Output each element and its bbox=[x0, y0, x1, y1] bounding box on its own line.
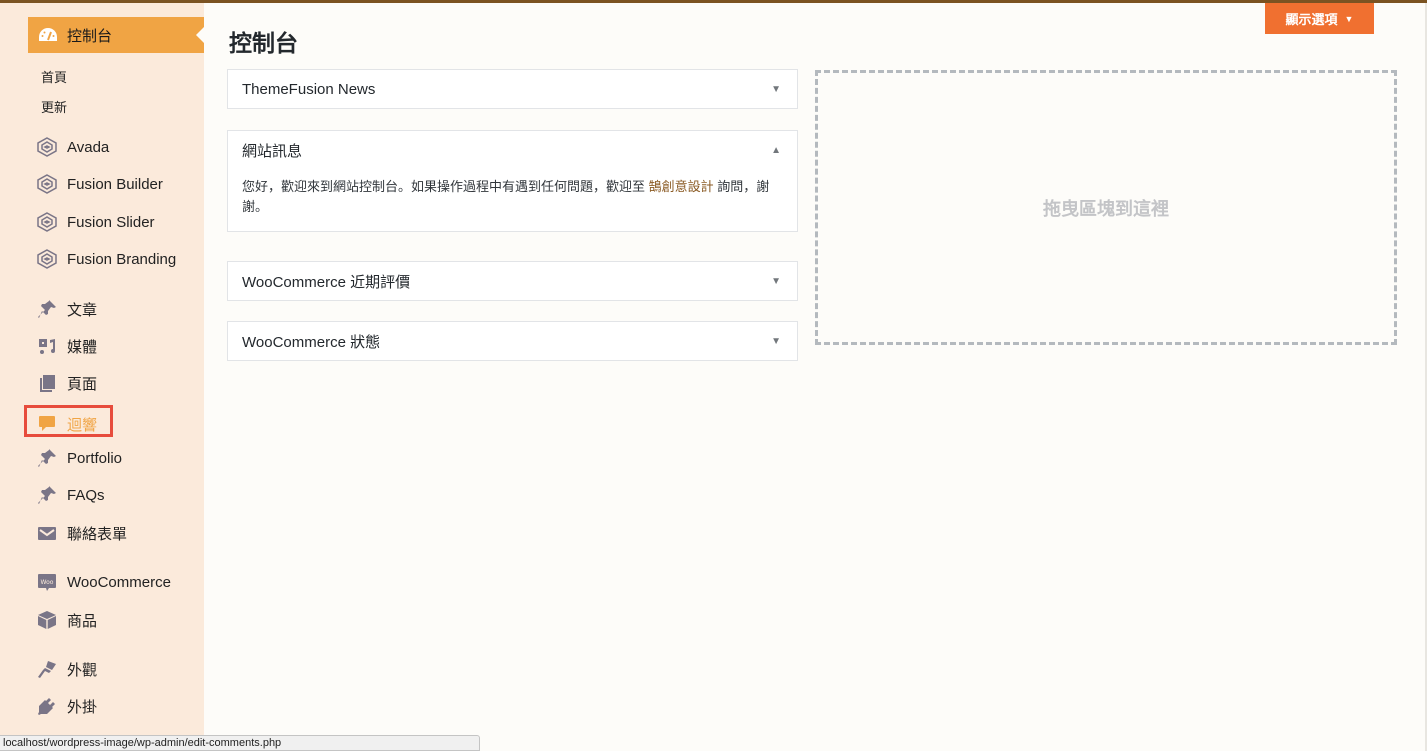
highlight-annotation-box bbox=[24, 405, 113, 437]
sidebar-item-label: 外觀 bbox=[67, 661, 98, 679]
woocommerce-icon: Woo bbox=[36, 571, 58, 593]
screen-options-label: 顯示選項 bbox=[1285, 12, 1338, 27]
widget-woocommerce-recent-reviews: WooCommerce 近期評價 ▼ bbox=[227, 261, 798, 301]
company-link[interactable]: 鵠創意設計 bbox=[649, 179, 714, 194]
sidebar-item-label: Fusion Slider bbox=[67, 213, 155, 231]
sidebar-item-posts[interactable]: 文章 bbox=[36, 297, 97, 321]
svg-text:Woo: Woo bbox=[41, 579, 54, 586]
sidebar-item-label: Avada bbox=[67, 138, 110, 156]
submenu-item-home[interactable]: 首頁 bbox=[41, 67, 67, 86]
avada-icon bbox=[36, 136, 58, 158]
sidebar-item-fusion-branding[interactable]: Fusion Branding bbox=[36, 247, 176, 271]
sidebar-item-label: Fusion Builder bbox=[67, 175, 163, 193]
admin-sidebar: 控制台 首頁 更新 Avada Fusion Builder Fusion Sl… bbox=[0, 3, 204, 751]
sidebar-item-fusion-builder[interactable]: Fusion Builder bbox=[36, 172, 163, 196]
submenu-item-updates[interactable]: 更新 bbox=[41, 97, 67, 116]
toggle-arrow-icon[interactable]: ▲ bbox=[771, 145, 781, 156]
avada-icon bbox=[36, 173, 58, 195]
welcome-text: 您好，歡迎來到網站控制台。如果操作過程中有遇到任何問題，歡迎至 bbox=[242, 179, 649, 194]
browser-status-bar: localhost/wordpress-image/wp-admin/edit-… bbox=[0, 735, 480, 751]
sidebar-item-media[interactable]: 媒體 bbox=[36, 334, 97, 358]
sidebar-item-pages[interactable]: 頁面 bbox=[36, 371, 97, 395]
sidebar-item-label: WooCommerce bbox=[67, 573, 171, 591]
sidebar-item-label: 聯絡表單 bbox=[67, 525, 128, 543]
toggle-arrow-icon[interactable]: ▼ bbox=[771, 336, 781, 347]
avada-icon bbox=[36, 211, 58, 233]
widget-header[interactable]: 網站訊息 ▲ bbox=[228, 131, 797, 169]
sidebar-item-woocommerce[interactable]: Woo WooCommerce bbox=[36, 570, 171, 594]
widget-header[interactable]: WooCommerce 近期評價 ▼ bbox=[228, 262, 797, 300]
pages-icon bbox=[36, 372, 58, 394]
sidebar-item-fusion-slider[interactable]: Fusion Slider bbox=[36, 210, 155, 234]
pushpin-icon bbox=[36, 447, 58, 469]
top-admin-bar bbox=[0, 0, 1427, 3]
sidebar-item-label: Portfolio bbox=[67, 449, 123, 467]
toggle-arrow-icon[interactable]: ▼ bbox=[771, 84, 781, 95]
media-icon bbox=[36, 335, 58, 357]
page-title: 控制台 bbox=[229, 30, 298, 56]
sidebar-item-appearance[interactable]: 外觀 bbox=[36, 657, 97, 681]
sidebar-item-label: 文章 bbox=[67, 301, 98, 319]
sidebar-item-label: 商品 bbox=[67, 612, 98, 630]
sidebar-item-plugins[interactable]: 外掛 bbox=[36, 694, 97, 718]
avada-icon bbox=[36, 248, 58, 270]
widget-header[interactable]: ThemeFusion News ▼ bbox=[228, 70, 797, 108]
drop-zone-text: 拖曳區塊到這裡 bbox=[1043, 198, 1169, 219]
sidebar-item-products[interactable]: 商品 bbox=[36, 608, 97, 632]
caret-down-icon: ▼ bbox=[1344, 13, 1354, 24]
widget-site-message: 網站訊息 ▲ 您好，歡迎來到網站控制台。如果操作過程中有遇到任何問題，歡迎至 鵠… bbox=[227, 130, 798, 232]
sidebar-item-label: 媒體 bbox=[67, 338, 98, 356]
widget-title: 網站訊息 bbox=[242, 142, 303, 160]
toggle-arrow-icon[interactable]: ▼ bbox=[771, 276, 781, 287]
envelope-icon bbox=[36, 522, 58, 544]
widget-header[interactable]: WooCommerce 狀態 ▼ bbox=[228, 322, 797, 360]
widget-title: WooCommerce 狀態 bbox=[242, 333, 381, 351]
widget-drop-zone[interactable]: 拖曳區塊到這裡 bbox=[815, 70, 1397, 345]
sidebar-item-portfolio[interactable]: Portfolio bbox=[36, 446, 122, 470]
sidebar-item-faqs[interactable]: FAQs bbox=[36, 483, 105, 507]
widget-themefusion-news: ThemeFusion News ▼ bbox=[227, 69, 798, 109]
pushpin-icon bbox=[36, 484, 58, 506]
sidebar-item-label: Fusion Branding bbox=[67, 250, 177, 268]
sidebar-item-contact-form[interactable]: 聯絡表單 bbox=[36, 521, 127, 545]
sidebar-item-label: 頁面 bbox=[67, 375, 98, 393]
widget-title: ThemeFusion News bbox=[242, 80, 376, 98]
sidebar-item-dashboard[interactable]: 控制台 bbox=[28, 17, 204, 53]
paintbrush-icon bbox=[36, 658, 58, 680]
sidebar-item-label: FAQs bbox=[67, 486, 105, 504]
widget-title: WooCommerce 近期評價 bbox=[242, 273, 411, 291]
current-menu-pointer bbox=[196, 27, 204, 43]
sidebar-item-label: 外掛 bbox=[67, 698, 98, 716]
plugin-icon bbox=[36, 695, 58, 717]
dashboard-gauge-icon bbox=[38, 25, 58, 45]
product-box-icon bbox=[36, 609, 58, 631]
sidebar-item-label: 控制台 bbox=[67, 27, 113, 45]
screen-options-button[interactable]: 顯示選項 ▼ bbox=[1265, 3, 1374, 34]
pushpin-icon bbox=[36, 298, 58, 320]
widget-woocommerce-status: WooCommerce 狀態 ▼ bbox=[227, 321, 798, 361]
sidebar-item-avada[interactable]: Avada bbox=[36, 135, 109, 159]
widget-body: 您好，歡迎來到網站控制台。如果操作過程中有遇到任何問題，歡迎至 鵠創意設計 詢問… bbox=[228, 169, 797, 231]
